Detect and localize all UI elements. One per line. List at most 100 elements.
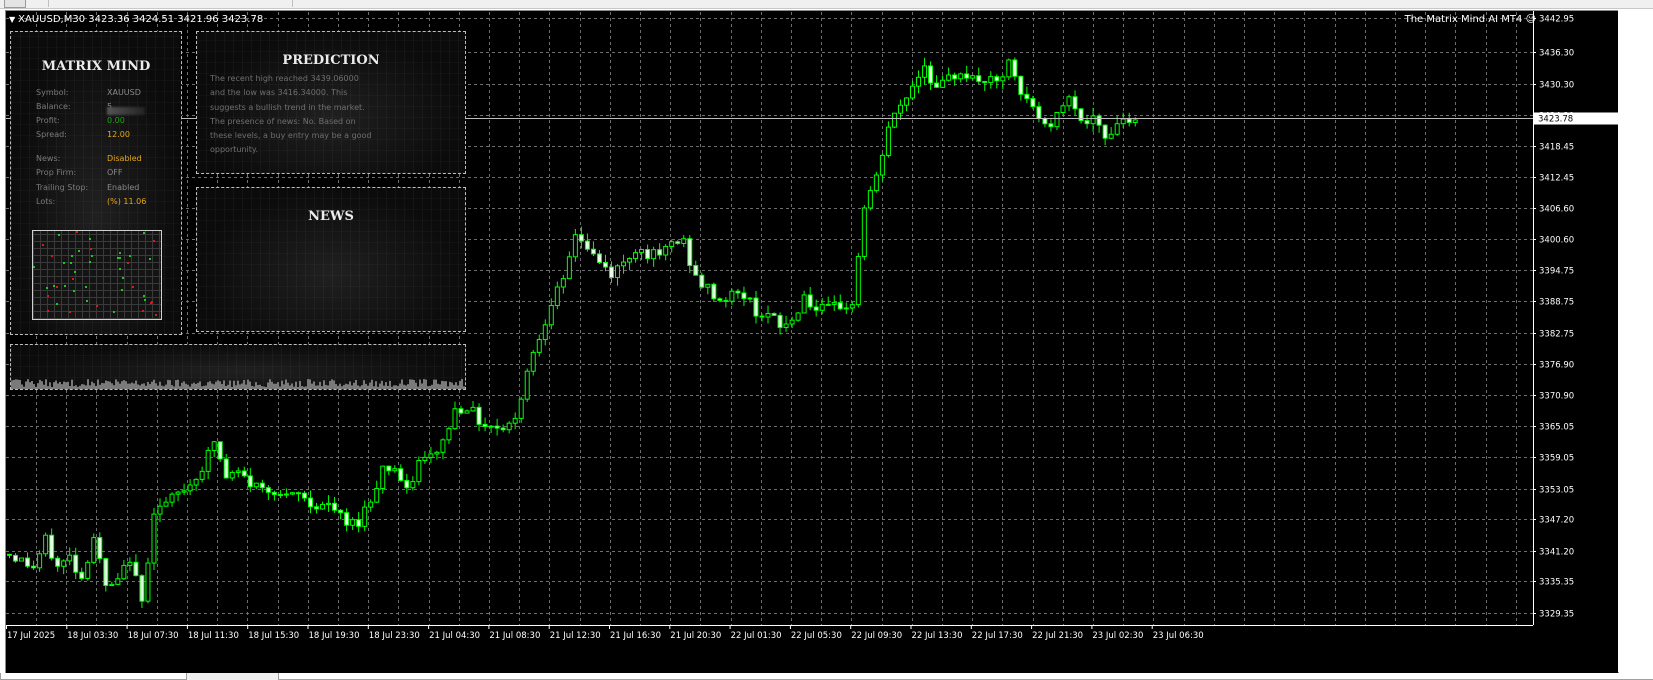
price-scale-gutter xyxy=(1618,10,1653,672)
equalizer-bar xyxy=(133,383,135,389)
symbol-label: Symbol: xyxy=(36,88,69,97)
candle-bull xyxy=(819,303,825,311)
candle-bull xyxy=(873,174,879,192)
symbol-info-text: XAUUSD,M30 3423.36 3424.51 3421.96 3423.… xyxy=(18,14,264,25)
time-tick-label: 18 Jul 15:30 xyxy=(248,631,299,641)
candle-bear xyxy=(7,553,12,556)
candle-bear xyxy=(813,306,819,311)
equalizer-bar xyxy=(101,382,103,389)
candle-bull xyxy=(867,190,873,209)
collapse-triangle-icon[interactable]: ▼ xyxy=(9,15,15,24)
candle-bull xyxy=(109,583,115,587)
equalizer-bar xyxy=(185,383,187,389)
equalizer-bar xyxy=(95,385,97,389)
candle-bear xyxy=(711,283,717,300)
equalizer-bar xyxy=(145,385,147,389)
equalizer-bar xyxy=(359,386,361,389)
candle-bull xyxy=(151,513,157,564)
candle-bull xyxy=(440,439,446,453)
candle-bear xyxy=(825,303,831,306)
equalizer-bar xyxy=(151,381,153,389)
equalizer-bar xyxy=(287,382,289,389)
equalizer-bar xyxy=(411,379,413,389)
matrix-dot xyxy=(121,289,123,291)
candle-bear xyxy=(217,441,223,460)
equalizer-bar xyxy=(71,379,73,389)
equalizer-bar xyxy=(29,382,31,389)
equalizer-bar xyxy=(313,381,315,389)
equalizer-bar xyxy=(315,385,317,389)
equalizer-bar xyxy=(403,384,405,389)
time-tick-label: 22 Jul 21:30 xyxy=(1032,631,1083,641)
equalizer-bar xyxy=(399,383,401,389)
candle-bull xyxy=(1054,112,1060,128)
equalizer-bar xyxy=(393,385,395,389)
candle-bear xyxy=(1012,59,1018,77)
candle-bear xyxy=(31,565,37,569)
equalizer-bar xyxy=(325,384,327,389)
equalizer-bar xyxy=(241,383,243,389)
candle-bull xyxy=(663,245,669,256)
prediction-panel: PREDICTION The recent high reached 3439.… xyxy=(196,31,466,174)
equalizer-bar xyxy=(317,385,319,389)
candle-bear xyxy=(777,314,783,328)
equalizer-bar xyxy=(377,386,379,389)
matrix-dot xyxy=(119,252,121,254)
toolbar-button[interactable] xyxy=(4,0,26,8)
equalizer-bar xyxy=(323,380,325,389)
equalizer-bar xyxy=(343,384,345,389)
candle-bull xyxy=(627,258,633,263)
matrix-rain-preview xyxy=(32,230,162,320)
equalizer-bar xyxy=(431,384,433,389)
expert-label-text: The Matrix Mind AI MT4 xyxy=(1404,14,1523,25)
candle-bull xyxy=(374,487,380,503)
equalizer-bar xyxy=(171,385,173,389)
equalizer-bar xyxy=(213,384,215,389)
candle-bear xyxy=(97,537,103,560)
candle-bull xyxy=(542,324,548,341)
price-tick-label: 3370.90 xyxy=(1539,392,1574,402)
equalizer-bar xyxy=(79,385,81,389)
equalizer-bar xyxy=(167,379,169,389)
candle-bull xyxy=(621,261,627,267)
equalizer-bar xyxy=(461,379,463,389)
equalizer-bar xyxy=(161,385,163,389)
expert-label[interactable]: The Matrix Mind AI MT4 ☺ xyxy=(1405,14,1536,25)
equalizer-bar xyxy=(131,382,133,389)
chart-window[interactable]: 3442.953436.303430.303424.303418.453412.… xyxy=(5,10,1619,674)
time-tick-label: 22 Jul 01:30 xyxy=(731,631,782,641)
candle-bull xyxy=(43,534,49,555)
equalizer-bar xyxy=(199,381,201,389)
equalizer-bar xyxy=(123,380,125,389)
equalizer-bar xyxy=(153,379,155,389)
candle-bull xyxy=(157,505,163,515)
equalizer-bar xyxy=(223,380,225,389)
time-tick-label: 21 Jul 16:30 xyxy=(610,631,661,641)
candle-bear xyxy=(1102,124,1108,139)
candle-bull xyxy=(524,370,530,400)
candle-bull xyxy=(879,154,885,176)
symbol-info[interactable]: ▼ XAUUSD,M30 3423.36 3424.51 3421.96 3423… xyxy=(9,14,263,25)
equalizer-bar xyxy=(299,380,301,389)
equalizer-bar xyxy=(443,381,445,389)
equalizer-bar xyxy=(165,384,167,389)
smiley-icon[interactable]: ☺ xyxy=(1526,14,1536,25)
candle-bull xyxy=(554,286,560,307)
equalizer-bar xyxy=(407,384,409,389)
matrix-dot xyxy=(127,262,129,264)
candle-bear xyxy=(934,82,940,88)
chart-tab[interactable] xyxy=(278,673,1653,680)
equalizer-bar xyxy=(355,379,357,389)
lots-value: (%) 11.06 xyxy=(107,197,147,206)
candle-bull xyxy=(512,417,518,424)
candle-bull xyxy=(392,468,398,472)
price-tick-label: 3376.90 xyxy=(1539,361,1574,371)
candle-bear xyxy=(386,465,392,472)
trailing-stop-label: Trailing Stop: xyxy=(36,183,89,192)
chart-tab[interactable] xyxy=(0,673,187,680)
candle-bull xyxy=(729,290,735,302)
spread-value: 12.00 xyxy=(107,130,130,139)
news-value: Disabled xyxy=(107,154,142,163)
candle-bull xyxy=(789,319,795,325)
equalizer-bar xyxy=(309,379,311,389)
